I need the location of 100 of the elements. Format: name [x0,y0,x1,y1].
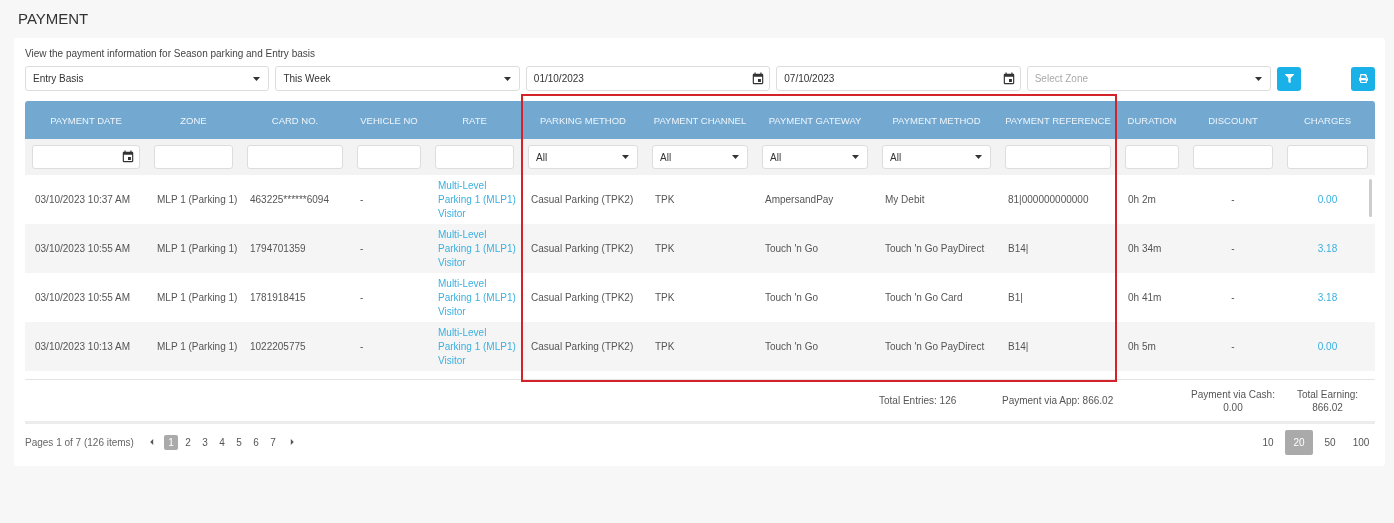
table-cell: Casual Parking (TPK2) [531,340,634,352]
table-cell: TPK [655,291,675,303]
table-cell: Casual Parking (TPK2) [531,193,634,205]
table-cell: Touch 'n Go [765,291,819,303]
calendar-icon [751,71,766,86]
table-cell: MLP 1 (Parking 1) [157,193,238,205]
column-header: PARKING METHOD [539,113,627,128]
table-cell: 0h 41m [1128,291,1162,303]
filter-input-field[interactable] [357,145,421,169]
table-cell: - [360,193,364,205]
table-cell: MLP 1 (Parking 1) [157,242,238,254]
column-header: PAYMENT DATE [49,113,123,128]
table-cell: 1781918415 [250,291,306,303]
table-cell: Casual Parking (TPK2) [531,242,634,254]
table-cell: - [1231,291,1235,303]
caret-icon [503,76,511,81]
table-cell: 03/10/2023 10:55 AM [35,242,131,254]
caret-icon [975,155,982,159]
column-header: PAYMENT GATEWAY [767,113,863,128]
table-cell: - [360,340,364,352]
scrollbar-thumb[interactable] [1369,179,1372,217]
select-field[interactable]: Entry Basis [25,66,270,91]
filter-input-field[interactable] [154,145,233,169]
table-cell: My Debit [885,193,925,205]
table-cell: Casual Parking (TPK2) [531,291,634,303]
column-header: DISCOUNT [1207,113,1259,128]
pager-summary: Pages 1 of 7 (126 items) [25,436,134,448]
table-cell: Touch 'n Go Card [885,291,963,303]
table-cell: Touch 'n Go PayDirect [885,340,985,352]
total-earning-text: Total Earning: 866.02 [1295,387,1360,414]
page-button[interactable]: 4 [214,434,229,450]
column-header: PAYMENT REFERENCE [1004,113,1112,128]
filter-input-field[interactable] [1125,145,1179,169]
table-cell: 463225******6094 [250,193,329,205]
page-button[interactable]: 5 [231,434,246,450]
table-cell: 0h 5m [1128,340,1156,352]
column-header: PAYMENT METHOD [891,113,982,128]
select-field[interactable]: This Week [275,66,520,91]
column-header: ZONE [179,113,208,128]
filter-input-field[interactable] [1287,145,1368,169]
page-button[interactable]: 2 [180,434,195,450]
date-field[interactable]: 07/10/2023 [776,66,1021,91]
table-cell: TPK [655,340,675,352]
column-header: PAYMENT CHANNEL [652,113,748,128]
calendar-icon [121,150,135,164]
table-cell: 03/10/2023 10:13 AM [35,340,131,352]
table-cell: - [360,291,364,303]
caret-icon [732,155,739,159]
caret-icon [622,155,629,159]
calendar-icon [1001,71,1016,86]
date-filter-field[interactable] [32,145,140,169]
table-cell: 0h 2m [1128,193,1156,205]
page-button[interactable]: 6 [248,434,263,450]
filter-icon [1284,74,1294,83]
column-header: DURATION [1126,113,1178,128]
description-text: View the payment information for Season parking and Entry basis [25,48,316,59]
page-size-button[interactable]: 100 [1347,429,1375,455]
select-filter-field[interactable]: All [762,145,868,169]
table-cell: - [1231,242,1235,254]
caret-icon [253,76,261,81]
page-button[interactable]: 3 [197,434,212,450]
page-button[interactable]: 7 [265,434,280,450]
page-size-button[interactable]: 50 [1316,429,1344,455]
page-title: PAYMENT [18,10,90,28]
table-cell: - [1231,340,1235,352]
select-filter-field[interactable]: All [882,145,991,169]
table-cell: Touch 'n Go [765,340,819,352]
table-cell: 81|000000000000 [1008,193,1089,205]
table-cell: TPK [655,242,675,254]
table-cell: B14| [1008,340,1029,352]
table-cell: TPK [655,193,675,205]
table-cell: 03/10/2023 10:55 AM [35,291,131,303]
table-cell: MLP 1 (Parking 1) [157,291,238,303]
print-button[interactable] [1351,66,1375,91]
column-header: VEHICLE NO [359,113,419,128]
select-filter-field[interactable]: All [528,145,638,169]
filter-input-field[interactable] [247,145,343,169]
filter-input-field[interactable] [1005,145,1111,169]
column-header: RATE [461,113,488,128]
table-cell: 1794701359 [250,242,306,254]
filter-input-field[interactable] [1193,145,1273,169]
page-size-button[interactable]: 10 [1254,429,1282,455]
column-header: CARD NO. [270,113,320,128]
table-cell: Touch 'n Go [765,242,819,254]
filter-button[interactable] [1277,66,1302,91]
select-filter-field[interactable]: All [652,145,748,169]
column-header: CHARGES [1303,113,1352,128]
table-cell: 03/10/2023 10:37 AM [35,193,131,205]
table-cell: B14| [1008,242,1029,254]
table-cell: B1| [1008,291,1023,303]
total-entries-text: Total Entries: 126 [878,394,958,407]
table-cell: 1022205775 [250,340,306,352]
caret-icon [852,155,859,159]
payment-cash-text: Payment via Cash: 0.00 [1190,387,1276,414]
payment-app-text: Payment via App: 866.02 [1001,394,1115,407]
filter-input-field[interactable] [435,145,514,169]
printer-icon [1358,74,1368,83]
table-cell: AmpersandPay [765,193,834,205]
date-field[interactable]: 01/10/2023 [525,66,771,91]
table-cell: Touch 'n Go PayDirect [885,242,985,254]
